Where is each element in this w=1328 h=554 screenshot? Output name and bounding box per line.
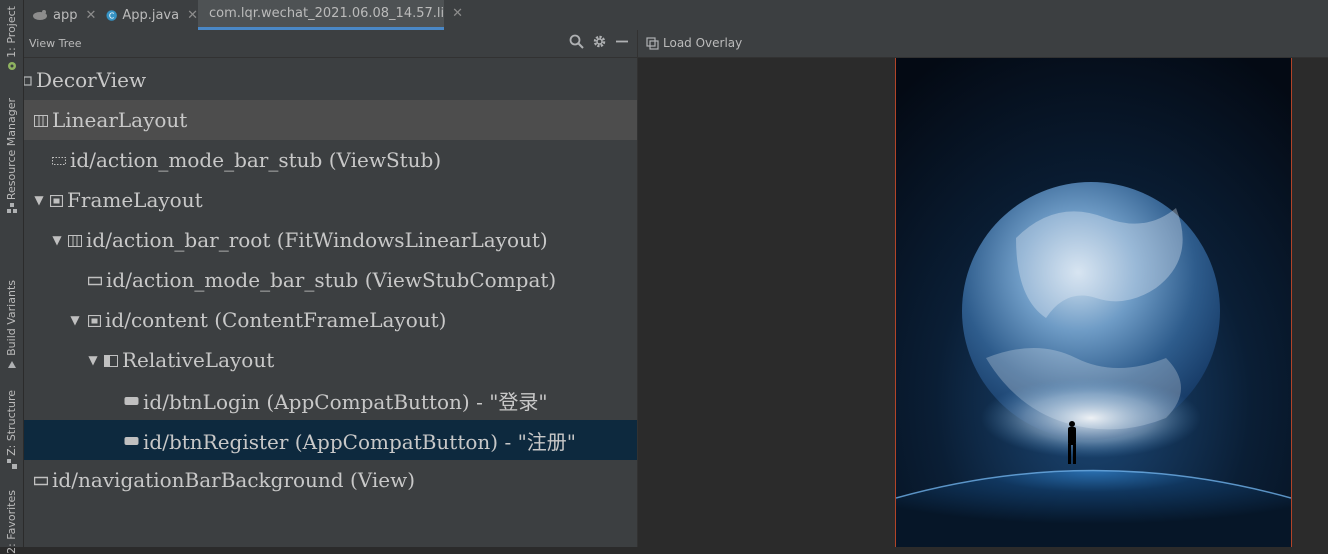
tab-layout-capture[interactable]: com.lqr.wechat_2021.06.08_14.57.li ✕ (198, 0, 463, 30)
tab-label: App.java (122, 7, 180, 23)
editor-tab-bar: app ✕ C App.java ✕ com.lqr.wechat_2021.0… (24, 0, 1328, 31)
relative-layout-icon (104, 348, 118, 372)
load-overlay-label: Load Overlay (663, 36, 743, 50)
svg-text:C: C (109, 11, 115, 20)
linear-layout-icon (34, 108, 48, 132)
tree-node-label: FrameLayout (67, 188, 203, 212)
android-icon (7, 61, 16, 70)
view-tree: DecorView LinearLayout id/action_mode_ba… (24, 58, 637, 547)
search-icon[interactable] (569, 34, 584, 49)
tree-node-btnregister[interactable]: id/btnRegister (AppCompatButton) - "注册" (24, 420, 637, 460)
frame-layout-icon (87, 308, 102, 332)
close-icon[interactable]: ✕ (85, 8, 96, 23)
view-icon (87, 268, 103, 292)
tree-node-decorview[interactable]: DecorView (24, 60, 637, 100)
tree-node-content[interactable]: ▼ id/content (ContentFrameLayout) (24, 300, 637, 340)
expand-arrow-icon[interactable]: ▼ (86, 353, 100, 367)
load-overlay-icon (646, 36, 659, 50)
tree-node-label: id/btnLogin (AppCompatButton) - "登录" (143, 389, 548, 414)
tree-node-btnlogin[interactable]: id/btnLogin (AppCompatButton) - "登录" (24, 380, 637, 420)
expand-arrow-icon[interactable]: ▼ (50, 233, 64, 247)
tree-node-label: RelativeLayout (122, 348, 275, 372)
view-icon (33, 468, 49, 492)
favorites-label: 2: Favorites (5, 490, 18, 554)
tool-window-stripe: 1: Project Resource Manager Build Varian… (0, 0, 24, 554)
close-icon[interactable]: ✕ (452, 6, 463, 21)
viewstub-icon (52, 148, 66, 172)
project-tool-label: 1: Project (5, 6, 18, 58)
tab-app[interactable]: app ✕ (28, 0, 98, 30)
close-icon[interactable]: ✕ (187, 8, 198, 23)
view-node-icon (24, 68, 32, 92)
tab-label: com.lqr.wechat_2021.06.08_14.57.li (209, 6, 445, 21)
gear-icon[interactable] (592, 34, 607, 49)
structure-tool-button[interactable]: Z: Structure (0, 390, 23, 472)
project-tool-button[interactable]: 1: Project (0, 6, 23, 74)
linear-layout-icon (68, 228, 82, 252)
tree-node-label: DecorView (36, 68, 147, 92)
tree-node-label: id/action_mode_bar_stub (ViewStub) (70, 148, 442, 172)
earth-splash-image (896, 58, 1291, 547)
button-icon (124, 388, 139, 412)
device-screen-preview[interactable] (895, 58, 1292, 547)
preview-header: Load Overlay (638, 30, 1328, 58)
tree-node-label: LinearLayout (52, 108, 188, 132)
resource-manager-label: Resource Manager (5, 98, 18, 201)
favorites-tool-button[interactable]: 2: Favorites (0, 490, 23, 554)
tree-node-label: id/action_bar_root (FitWindowsLinearLayo… (86, 228, 548, 252)
tree-node-action-mode-bar-stub[interactable]: id/action_mode_bar_stub (ViewStub) (24, 140, 637, 180)
expand-arrow-icon[interactable]: ▼ (68, 313, 82, 327)
tree-node-label: id/content (ContentFrameLayout) (105, 308, 447, 332)
tab-label: app (53, 7, 78, 23)
structure-label: Z: Structure (5, 390, 18, 456)
load-overlay-button[interactable]: Load Overlay (646, 36, 742, 50)
build-variants-tool-button[interactable]: Build Variants (0, 280, 23, 372)
layout-preview (638, 58, 1328, 547)
build-variants-icon (7, 360, 16, 368)
tree-node-label: id/btnRegister (AppCompatButton) - "注册" (143, 429, 576, 454)
structure-icon (6, 458, 17, 469)
tree-node-label: id/navigationBarBackground (View) (52, 468, 416, 492)
expand-arrow-icon[interactable]: ▼ (32, 193, 46, 207)
frame-layout-icon (49, 188, 64, 212)
tab-app-java[interactable]: C App.java ✕ (102, 0, 198, 30)
tree-node-label: id/action_mode_bar_stub (ViewStubCompat) (106, 268, 557, 292)
tree-node-relativelayout[interactable]: ▼ RelativeLayout (24, 340, 637, 380)
tree-node-linearlayout[interactable]: LinearLayout (24, 100, 637, 140)
view-tree-toolbar (569, 34, 629, 49)
view-tree-header: View Tree (24, 30, 637, 58)
resource-manager-tool-button[interactable]: Resource Manager (0, 98, 23, 216)
tree-node-framelayout[interactable]: ▼ FrameLayout (24, 180, 637, 220)
tree-node-navigation-bar-background[interactable]: id/navigationBarBackground (View) (24, 460, 637, 500)
view-tree-title: View Tree (29, 37, 82, 50)
build-variants-label: Build Variants (5, 280, 18, 356)
resource-icon (6, 203, 17, 214)
java-class-icon: C (106, 9, 117, 21)
button-icon (124, 428, 139, 452)
tree-node-action-mode-bar-stub-compat[interactable]: id/action_mode_bar_stub (ViewStubCompat) (24, 260, 637, 300)
android-module-icon (33, 10, 47, 20)
tree-node-action-bar-root[interactable]: ▼ id/action_bar_root (FitWindowsLinearLa… (24, 220, 637, 260)
minimize-icon[interactable] (615, 34, 629, 49)
